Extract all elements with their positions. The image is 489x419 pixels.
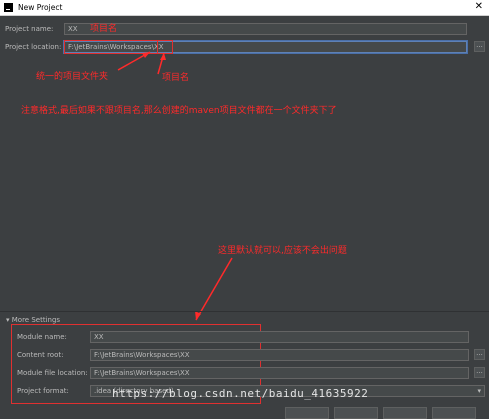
project-format-label: Project format: [17, 387, 69, 395]
expand-triangle-icon: ▾ [6, 316, 10, 324]
more-settings-toggle[interactable]: ▾ More Settings [6, 316, 60, 324]
previous-button[interactable] [285, 407, 329, 419]
help-button[interactable] [432, 407, 476, 419]
module-file-location-browse-button[interactable]: ... [474, 367, 485, 378]
content-root-input[interactable]: F:\JetBrains\Workspaces\XX [90, 349, 469, 361]
chevron-down-icon: ▾ [477, 387, 481, 395]
watermark: https://blog.csdn.net/baidu_41635922 [112, 387, 369, 400]
module-name-label: Module name: [17, 333, 67, 341]
finish-button[interactable] [334, 407, 378, 419]
module-file-location-input[interactable]: F:\JetBrains\Workspaces\XX [90, 367, 469, 379]
content-root-browse-button[interactable]: ... [474, 349, 485, 360]
module-name-input[interactable]: XX [90, 331, 469, 343]
content-root-label: Content root: [17, 351, 64, 359]
settings-divider [0, 311, 489, 312]
cancel-button[interactable] [383, 407, 427, 419]
more-settings-label: More Settings [11, 316, 61, 324]
module-file-location-label: Module file location: [17, 369, 88, 377]
